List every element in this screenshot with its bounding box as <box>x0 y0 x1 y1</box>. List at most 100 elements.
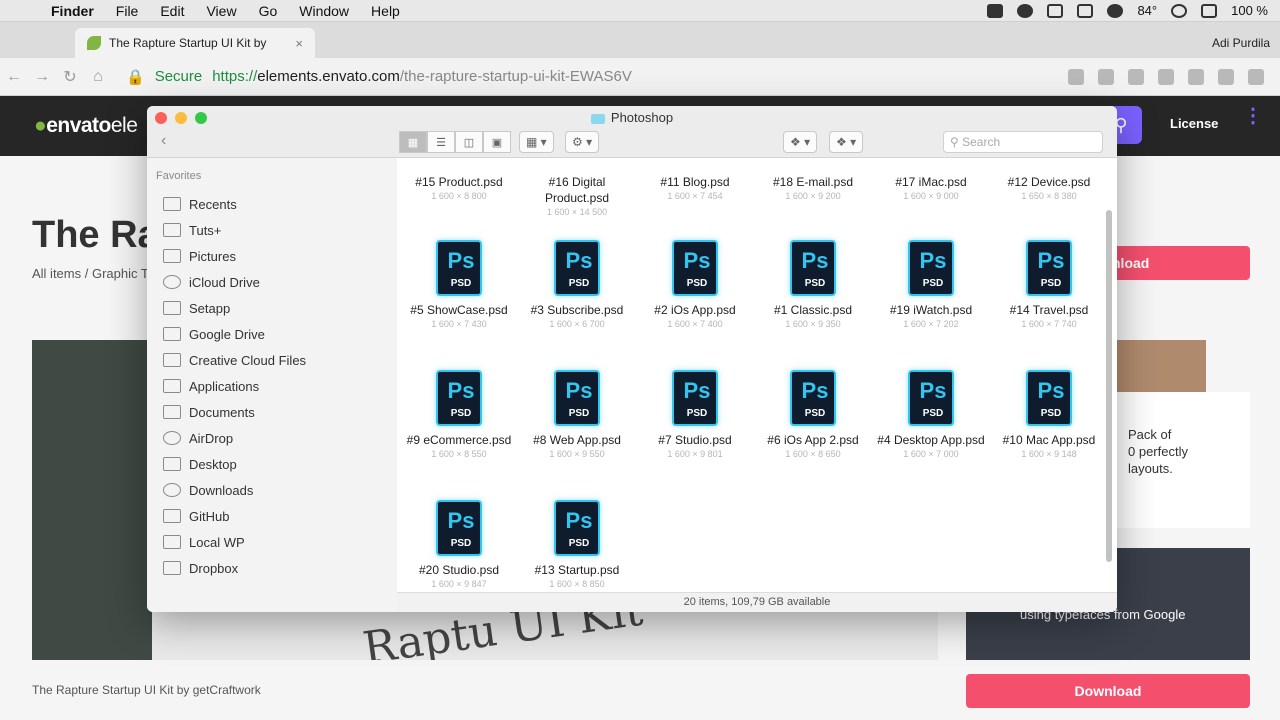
finder-title: Photoshop <box>147 110 1117 125</box>
home-icon[interactable]: ⌂ <box>84 68 112 86</box>
file-item[interactable]: Ps PSD #7 Studio.psd 1 600 × 9 801 <box>636 370 754 461</box>
status-bar: 20 items, 109,79 GB available <box>397 592 1117 612</box>
file-item[interactable]: #12 Device.psd 1 650 × 8 380 <box>990 174 1108 203</box>
icon-view-icon[interactable]: ▦ <box>399 131 427 153</box>
pocket-icon[interactable] <box>1098 68 1114 85</box>
reload-icon[interactable]: ↻ <box>56 67 84 87</box>
dropbox-icon[interactable]: ❖ ▾ <box>783 131 818 153</box>
gallery-view-icon[interactable]: ▣ <box>483 131 511 153</box>
battery-readout[interactable]: 100 % <box>1231 3 1268 18</box>
file-item[interactable]: Ps PSD #8 Web App.psd 1 600 × 9 550 <box>518 370 636 461</box>
list-view-icon[interactable]: ☰ <box>427 131 455 153</box>
sidebar-item-creative-cloud[interactable]: Creative Cloud Files <box>163 348 306 372</box>
file-item[interactable]: Ps PSD #1 Classic.psd 1 600 × 9 350 <box>754 240 872 331</box>
sidebar-item-tuts[interactable]: Tuts+ <box>163 218 221 242</box>
sidebar-item-documents[interactable]: Documents <box>163 400 255 424</box>
file-item[interactable]: Ps PSD #5 ShowCase.psd 1 600 × 7 430 <box>400 240 518 331</box>
group-by-icon[interactable]: ▦ ▾ <box>519 131 554 153</box>
sidebar-item-airdrop[interactable]: AirDrop <box>163 426 233 450</box>
menu-view[interactable]: View <box>195 3 247 19</box>
sidebar-item-icloud-drive[interactable]: iCloud Drive <box>163 270 260 294</box>
column-view-icon[interactable]: ◫ <box>455 131 483 153</box>
file-item[interactable]: Ps PSD #4 Desktop App.psd 1 600 × 7 000 <box>872 370 990 461</box>
promo-text: Pack of 0 perfectly layouts. <box>1128 427 1188 476</box>
more-options-icon[interactable]: ⋮ <box>1243 106 1263 126</box>
file-item[interactable]: Ps PSD #13 Startup.psd 1 600 × 8 850 <box>518 500 636 591</box>
file-grid: #15 Product.psd 1 600 × 8 800 #16 Digital… <box>397 158 1117 612</box>
sidebar-item-dropbox[interactable]: Dropbox <box>163 556 238 580</box>
search-input[interactable]: ⚲ Search <box>943 131 1103 153</box>
user-icon[interactable] <box>1171 3 1188 18</box>
weather-icon[interactable] <box>1107 3 1124 18</box>
file-item[interactable]: #15 Product.psd 1 600 × 8 800 <box>400 174 518 203</box>
file-item[interactable]: Ps PSD #19 iWatch.psd 1 600 × 7 202 <box>872 240 990 331</box>
sidebar-item-google-drive[interactable]: Google Drive <box>163 322 265 346</box>
photoshop-file-icon: Ps PSD <box>672 240 718 296</box>
file-item[interactable]: #11 Blog.psd 1 600 × 7 454 <box>636 174 754 203</box>
menu-file[interactable]: File <box>105 3 150 19</box>
fonts-extension-icon[interactable] <box>1128 68 1144 85</box>
download-icon <box>163 483 181 497</box>
folder-icon <box>163 223 181 237</box>
file-item[interactable]: Ps PSD #10 Mac App.psd 1 600 × 9 148 <box>990 370 1108 461</box>
file-item[interactable]: Ps PSD #2 iOs App.psd 1 600 × 7 400 <box>636 240 754 331</box>
address-bar[interactable]: 🔒 Secure https:// elements.envato.com /t… <box>126 68 632 86</box>
folder-icon <box>590 113 605 124</box>
file-item[interactable]: Ps PSD #9 eCommerce.psd 1 600 × 8 550 <box>400 370 518 461</box>
url-path: /the-rapture-startup-ui-kit-EWAS6V <box>399 68 632 85</box>
profile-name[interactable]: Adi Purdila <box>1212 36 1270 50</box>
menu-window[interactable]: Window <box>288 3 360 19</box>
forward-arrow-icon[interactable]: → <box>28 68 56 86</box>
file-item[interactable]: Ps PSD #20 Studio.psd 1 600 × 9 847 <box>400 500 518 591</box>
scrollbar[interactable] <box>1106 210 1112 562</box>
cast-icon[interactable] <box>1188 68 1204 85</box>
file-item[interactable]: #17 iMac.psd 1 600 × 9 000 <box>872 174 990 203</box>
finder-window: Photoshop ‹ ▦ ☰ ◫ ▣ ▦ ▾ ⚙ ▾ ❖ ▾ ❖ ▾ ⚲ Se… <box>147 106 1117 612</box>
sidebar-item-pictures[interactable]: Pictures <box>163 244 236 268</box>
menu-icon[interactable] <box>1248 68 1264 85</box>
camera-icon[interactable] <box>1047 3 1064 18</box>
wifi-icon[interactable] <box>1201 3 1218 18</box>
extension-icon[interactable] <box>1158 68 1174 85</box>
finder-titlebar[interactable]: Photoshop ‹ ▦ ☰ ◫ ▣ ▦ ▾ ⚙ ▾ ❖ ▾ ❖ ▾ ⚲ Se… <box>147 106 1117 158</box>
device-mockup <box>32 340 152 660</box>
sidebar-item-downloads[interactable]: Downloads <box>163 478 253 502</box>
camera-icon <box>163 249 181 263</box>
menu-edit[interactable]: Edit <box>149 3 195 19</box>
envato-logo[interactable]: ●envatoele <box>34 114 138 138</box>
file-item[interactable]: Ps PSD #3 Subscribe.psd 1 600 × 6 700 <box>518 240 636 331</box>
browser-tab-strip: The Rapture Startup UI Kit by × <box>0 22 1280 58</box>
sidebar-item-applications[interactable]: Applications <box>163 374 259 398</box>
photoshop-file-icon: Ps PSD <box>554 370 600 426</box>
sidebar-item-local-wp[interactable]: Local WP <box>163 530 245 554</box>
sidebar-item-github[interactable]: GitHub <box>163 504 229 528</box>
bookmark-star-icon[interactable] <box>1068 68 1084 85</box>
status-extension-icon[interactable] <box>987 3 1004 18</box>
license-link[interactable]: License <box>1170 116 1218 131</box>
download-button[interactable]: nload <box>1102 246 1250 280</box>
back-arrow-icon[interactable]: ← <box>0 68 28 86</box>
author-link[interactable]: getCraftwork <box>193 683 261 697</box>
breadcrumb[interactable]: All items / Graphic T <box>32 266 149 281</box>
close-tab-icon[interactable]: × <box>295 36 303 51</box>
secure-label: Secure <box>154 68 203 85</box>
share-icon[interactable]: ❖ ▾ <box>829 131 864 153</box>
document-icon <box>163 405 181 419</box>
sidebar-item-desktop[interactable]: Desktop <box>163 452 237 476</box>
menu-go[interactable]: Go <box>248 3 289 19</box>
back-chevron-icon[interactable]: ‹ <box>161 132 166 150</box>
menu-help[interactable]: Help <box>360 3 411 19</box>
file-item[interactable]: #18 E-mail.psd 1 600 × 9 200 <box>754 174 872 203</box>
sidebar-item-recents[interactable]: Recents <box>163 192 237 216</box>
file-item[interactable]: #16 Digital Product.psd 1 600 × 14 500 <box>518 174 636 219</box>
file-item[interactable]: Ps PSD #6 iOs App 2.psd 1 600 × 8 650 <box>754 370 872 461</box>
lastpass-icon[interactable] <box>1218 68 1234 85</box>
menu-finder[interactable]: Finder <box>40 3 105 19</box>
action-gear-icon[interactable]: ⚙ ▾ <box>565 131 600 153</box>
browser-tab[interactable]: The Rapture Startup UI Kit by × <box>75 28 315 58</box>
spotify-icon[interactable] <box>1017 3 1034 18</box>
sidebar-item-setapp[interactable]: Setapp <box>163 296 230 320</box>
file-item[interactable]: Ps PSD #14 Travel.psd 1 600 × 7 740 <box>990 240 1108 331</box>
activity-monitor-icon[interactable] <box>1077 3 1094 18</box>
download-button-bottom[interactable]: Download <box>966 674 1250 708</box>
